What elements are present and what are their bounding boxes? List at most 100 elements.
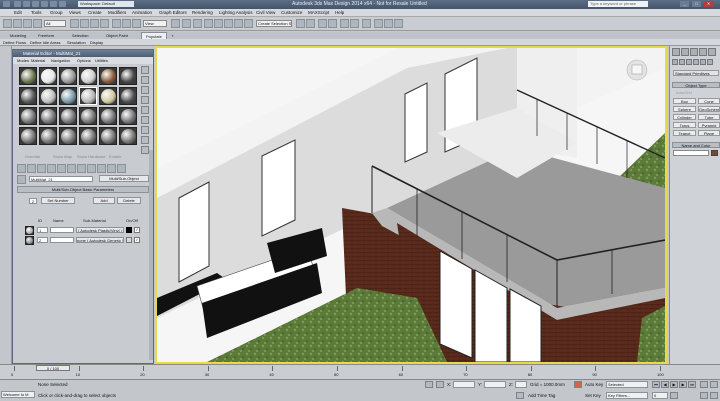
material-slot[interactable] (79, 127, 97, 145)
material-slot[interactable] (79, 67, 97, 85)
panel-display[interactable]: Display (90, 40, 103, 45)
menu-help[interactable]: Help (335, 10, 344, 15)
pick-material-icon[interactable] (17, 175, 26, 184)
row-name-field[interactable] (50, 227, 74, 233)
put-to-scene-icon[interactable] (27, 164, 36, 173)
mirror-icon[interactable] (296, 19, 305, 28)
assign-material-icon[interactable] (37, 164, 46, 173)
search-input[interactable]: Type a keyword or phrase (588, 1, 648, 7)
material-editor-scrollbar[interactable] (149, 150, 153, 360)
primitive-type-dropdown[interactable]: Standard Primitives (673, 70, 719, 76)
material-slot[interactable] (39, 107, 57, 125)
rectangular-selection-icon[interactable] (90, 19, 99, 28)
maxscript-listener[interactable]: Welcome to M (1, 391, 35, 398)
material-slot[interactable] (119, 127, 137, 145)
create-tab-icon[interactable] (672, 48, 680, 56)
cameras-icon[interactable] (693, 59, 699, 65)
name-and-color-rollout[interactable]: Name and Color (672, 142, 720, 148)
material-slot[interactable] (59, 127, 77, 145)
go-to-start-icon[interactable]: ⏮ (652, 381, 660, 388)
absolute-mode-icon[interactable] (436, 381, 444, 388)
material-slot[interactable] (99, 107, 117, 125)
new-file-icon[interactable] (14, 1, 21, 7)
color-swatch[interactable] (126, 237, 132, 243)
teapot-button[interactable]: Teapot (673, 130, 696, 136)
material-slot[interactable] (59, 107, 77, 125)
menu-create[interactable]: Create (88, 10, 102, 15)
sub-material-button[interactable]: ( Autodesk Plastic/Vinyl ) (76, 227, 124, 233)
manipulate-icon[interactable] (182, 19, 191, 28)
next-frame-icon[interactable]: ▶ (679, 381, 687, 388)
video-color-check-icon[interactable] (141, 106, 149, 114)
graphite-toggle-icon[interactable] (328, 19, 337, 28)
motion-tab-icon[interactable] (699, 48, 707, 56)
time-config-icon[interactable] (670, 392, 678, 399)
window-crossing-icon[interactable] (100, 19, 109, 28)
autogrid-checkbox[interactable]: AutoGrid (676, 90, 692, 95)
key-icon[interactable] (574, 381, 582, 388)
set-number-button[interactable]: Set Number (41, 197, 75, 204)
sample-uv-tiling-icon[interactable] (141, 96, 149, 104)
ribbon-toggle-icon[interactable]: ▪ (172, 32, 173, 39)
material-slot[interactable] (59, 87, 77, 105)
display-tab-icon[interactable] (708, 48, 716, 56)
on-off-checkbox[interactable]: ✓ (134, 227, 140, 233)
time-slider[interactable]: 0 / 100 (36, 365, 70, 371)
project-folder-icon[interactable] (59, 1, 66, 7)
pivot-center-icon[interactable] (171, 19, 180, 28)
reset-map-icon[interactable] (47, 164, 56, 173)
column-id[interactable]: ID (38, 218, 42, 223)
row-id-field[interactable]: 1 (37, 227, 48, 233)
undo-icon[interactable] (41, 1, 48, 7)
material-slot[interactable] (19, 87, 37, 105)
material-slot[interactable] (119, 67, 137, 85)
go-to-end-icon[interactable]: ⏭ (688, 381, 696, 388)
select-object-icon[interactable] (70, 19, 79, 28)
menu-graph-editors[interactable]: Graph Editors (159, 10, 187, 15)
perspective-viewport[interactable] (155, 46, 667, 364)
y-coordinate-field[interactable] (484, 381, 506, 388)
previous-frame-icon[interactable]: ◀ (661, 381, 669, 388)
background-icon[interactable] (141, 86, 149, 94)
sub-material-swatch[interactable] (25, 226, 34, 235)
scale-icon[interactable] (132, 19, 141, 28)
time-tag-icon[interactable] (516, 392, 524, 399)
color-swatch[interactable] (126, 227, 132, 233)
orbit-icon[interactable] (710, 392, 718, 399)
menu-tools[interactable]: Tools (31, 10, 42, 15)
pyramid-button[interactable]: Pyramid (698, 122, 720, 128)
show-end-result-icon[interactable] (97, 164, 106, 173)
material-slot[interactable] (99, 67, 117, 85)
material-slot[interactable] (99, 87, 117, 105)
material-slot[interactable] (19, 67, 37, 85)
space-warps-icon[interactable] (707, 59, 713, 65)
column-name[interactable]: Name (53, 218, 64, 223)
sample-type-icon[interactable] (141, 66, 149, 74)
menu-navigation[interactable]: Navigation (51, 58, 70, 63)
save-file-icon[interactable] (32, 1, 39, 7)
box-button[interactable]: Box (673, 98, 696, 104)
menu-utilities[interactable]: Utilities (95, 58, 108, 63)
material-slot[interactable] (39, 67, 57, 85)
add-time-tag[interactable]: Add Time Tag (528, 393, 555, 398)
row-name-field[interactable] (50, 237, 74, 243)
app-icon[interactable] (3, 1, 10, 7)
menu-lighting-analysis[interactable]: Lighting Analysis (219, 10, 253, 15)
zoom-all-icon[interactable] (710, 381, 718, 388)
menu-modes[interactable]: Modes (17, 58, 29, 63)
tab-selection[interactable]: Selection (68, 32, 92, 39)
selection-filter-dropdown[interactable]: All (44, 20, 66, 27)
current-frame-field[interactable]: 0 (652, 392, 668, 399)
close-button[interactable]: ✕ (704, 1, 713, 7)
material-type-button[interactable]: Multi/Sub-Object (99, 175, 149, 182)
angle-snap-icon[interactable] (214, 19, 223, 28)
select-by-material-icon[interactable] (141, 136, 149, 144)
redo-icon[interactable] (13, 19, 22, 28)
geometry-icon[interactable] (672, 59, 678, 65)
tube-button[interactable]: Tube (698, 114, 720, 120)
backlight-icon[interactable] (141, 76, 149, 84)
lock-selection-icon[interactable] (425, 381, 433, 388)
menu-animation[interactable]: Animation (132, 10, 152, 15)
edit-named-selection-icon[interactable] (244, 19, 253, 28)
reference-coordinate-dropdown[interactable]: View (143, 20, 167, 27)
